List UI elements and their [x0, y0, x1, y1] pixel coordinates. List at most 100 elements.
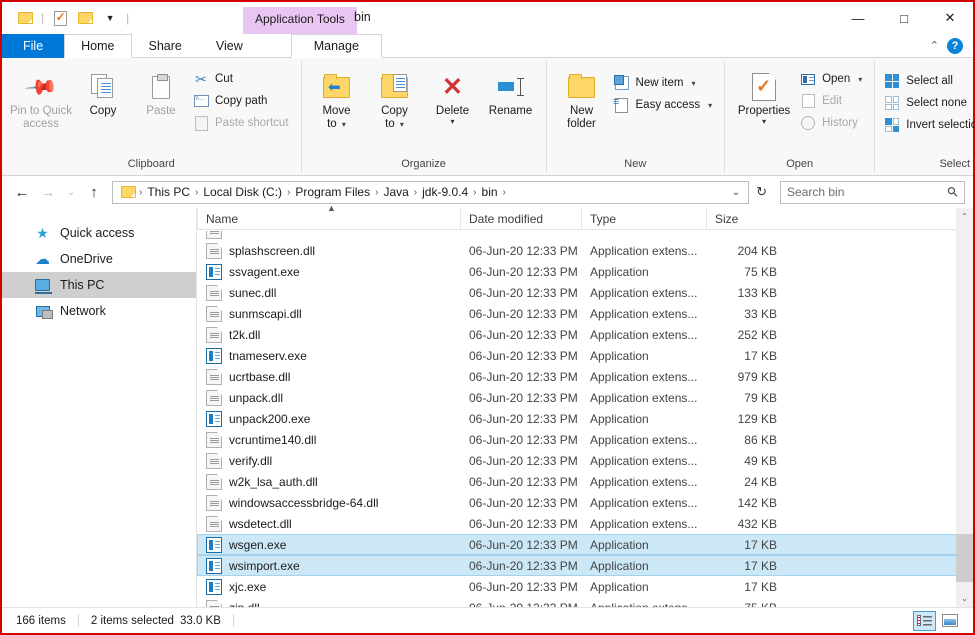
easy-access-caret-icon[interactable]: ▾ — [708, 101, 712, 110]
new-folder-icon[interactable] — [74, 7, 96, 29]
cut-button[interactable]: ✂ Cut — [190, 68, 295, 90]
table-row[interactable]: sunmscapi.dll 06-Jun-20 12:33 PM Applicati… — [197, 303, 973, 324]
table-row[interactable]: vcruntime140.dll 06-Jun-20 12:33 PM Applic… — [197, 429, 973, 450]
rename-button[interactable]: Rename — [482, 66, 540, 121]
scrollbar-track[interactable] — [956, 225, 973, 590]
new-item-button[interactable]: New item ▾ — [611, 72, 719, 94]
tab-file[interactable]: File — [2, 34, 65, 58]
column-header-date-modified[interactable]: Date modified — [460, 207, 581, 230]
cell-name: verify.dll — [198, 452, 469, 469]
search-input[interactable] — [787, 185, 949, 199]
properties-caret-icon[interactable]: ▾ — [762, 118, 766, 126]
customize-qat-caret-icon[interactable]: ▼ — [99, 7, 121, 29]
properties-icon[interactable] — [49, 7, 71, 29]
pin-to-quick-access-button[interactable]: 📌 Pin to Quick access — [8, 66, 74, 134]
cell-date-modified: 06-Jun-20 12:33 PM — [469, 306, 578, 321]
table-row-partial[interactable] — [197, 230, 973, 240]
copy-path-button[interactable]: \\… Copy path — [190, 90, 295, 112]
select-all-label: Select all — [906, 75, 953, 87]
minimize-button[interactable]: — — [835, 2, 881, 34]
easy-access-button[interactable]: Easy access ▾ — [611, 94, 719, 116]
edit-button[interactable]: Edit — [797, 90, 868, 112]
forward-button[interactable]: → — [36, 180, 60, 204]
tab-manage[interactable]: Manage — [290, 34, 382, 58]
tab-view[interactable]: View — [199, 34, 260, 58]
folder-icon[interactable] — [14, 7, 36, 29]
dll-file-icon — [206, 473, 222, 490]
address-dropdown-icon[interactable]: ⌄ — [726, 187, 746, 198]
table-row[interactable]: splashscreen.dll 06-Jun-20 12:33 PM Applic… — [197, 240, 973, 261]
table-row[interactable]: tnameserv.exe 06-Jun-20 12:33 PM Applicati… — [197, 345, 973, 366]
close-button[interactable]: ✕ — [927, 2, 973, 34]
contextual-tab-application-tools[interactable]: Application Tools — [243, 7, 357, 34]
table-row[interactable]: wsimport.exe 06-Jun-20 12:33 PM Applicatio… — [197, 555, 973, 576]
copy-to-button[interactable]: Copy to ▾ — [366, 66, 424, 134]
table-row[interactable]: t2k.dll 06-Jun-20 12:33 PM Application ext… — [197, 324, 973, 345]
table-row[interactable]: unpack.dll 06-Jun-20 12:33 PM Application … — [197, 387, 973, 408]
large-icons-view-button[interactable] — [938, 611, 961, 631]
refresh-button[interactable]: ↻ — [751, 184, 772, 200]
table-row[interactable]: xjc.exe 06-Jun-20 12:33 PM Application 17 K… — [197, 576, 973, 597]
select-none-button[interactable]: Select none — [881, 92, 975, 114]
history-button[interactable]: History — [797, 112, 868, 134]
properties-button[interactable]: ✓ Properties ▾ — [731, 66, 797, 128]
open-caret-icon[interactable]: ▾ — [858, 75, 862, 84]
ribbon-tab-strip: File Home Share View Manage ⌃ ? — [2, 34, 973, 58]
cloud-icon: ☁ — [35, 251, 50, 268]
details-view-button[interactable] — [913, 610, 936, 631]
move-to-label-line1: Move — [322, 105, 351, 117]
scroll-down-arrow-icon[interactable]: ⌄ — [956, 590, 973, 607]
breadcrumb-this-pc[interactable]: This PC — [142, 185, 195, 199]
breadcrumb-local-disk[interactable]: Local Disk (C:) — [198, 185, 287, 199]
maximize-button[interactable]: □ — [881, 2, 927, 34]
tab-share[interactable]: Share — [132, 34, 199, 58]
column-header-type[interactable]: Type — [581, 207, 706, 230]
breadcrumb-program-files[interactable]: Program Files — [290, 185, 375, 199]
sidebar-item-quick-access[interactable]: ★ Quick access — [2, 220, 196, 246]
table-row[interactable]: sunec.dll 06-Jun-20 12:33 PM Application e… — [197, 282, 973, 303]
cell-type: Application extens... — [590, 453, 698, 468]
sidebar-item-network[interactable]: Network — [2, 298, 196, 324]
scissors-icon: ✂ — [195, 70, 207, 87]
table-row[interactable]: windowsaccessbridge-64.dll 06-Jun-20 12:3… — [197, 492, 973, 513]
paste-shortcut-button[interactable]: Paste shortcut — [190, 112, 295, 134]
delete-caret-icon[interactable]: ▾ — [451, 118, 455, 126]
select-all-button[interactable]: Select all — [881, 70, 975, 92]
vertical-scrollbar[interactable]: ⌃ ⌄ — [956, 208, 973, 607]
address-path-box[interactable]: › This PC › Local Disk (C:) › Program Fi… — [112, 180, 750, 204]
column-header-size[interactable]: Size — [706, 207, 774, 230]
table-row[interactable]: wsgen.exe 06-Jun-20 12:33 PM Application 17… — [197, 534, 973, 555]
table-row[interactable]: ucrtbase.dll 06-Jun-20 12:33 PM Applicatio… — [197, 366, 973, 387]
new-item-caret-icon[interactable]: ▾ — [691, 79, 695, 88]
search-box[interactable]: ⚲ — [780, 180, 965, 204]
open-button[interactable]: Open ▾ — [797, 68, 868, 90]
table-row[interactable]: zip.dll 06-Jun-20 12:33 PMApplication ext… — [197, 597, 973, 607]
breadcrumb-jdk[interactable]: jdk-9.0.4 — [417, 185, 473, 199]
table-row[interactable]: wsdetect.dll 06-Jun-20 12:33 PM Applicatio… — [197, 513, 973, 534]
ribbon-group-new: New folder New item ▾ Easy access ▾ — [545, 61, 725, 173]
tab-home[interactable]: Home — [64, 34, 132, 58]
new-folder-button[interactable]: New folder — [553, 66, 611, 134]
scroll-up-arrow-icon[interactable]: ⌃ — [956, 208, 973, 225]
cell-size: 204 KB — [737, 243, 777, 258]
table-row[interactable]: verify.dll 06-Jun-20 12:33 PM Application … — [197, 450, 973, 471]
paste-button[interactable]: Paste — [132, 66, 190, 121]
recent-locations-button[interactable]: ⌄ — [62, 180, 80, 204]
breadcrumb-bin[interactable]: bin — [477, 185, 503, 199]
breadcrumb-java[interactable]: Java — [378, 185, 413, 199]
table-row[interactable]: ssvagent.exe 06-Jun-20 12:33 PM Applicatio… — [197, 261, 973, 282]
table-row[interactable]: unpack200.exe 06-Jun-20 12:33 PM Applicati… — [197, 408, 973, 429]
back-button[interactable]: ← — [10, 180, 34, 204]
help-icon[interactable]: ? — [947, 37, 963, 54]
sidebar-item-this-pc[interactable]: This PC — [2, 272, 196, 298]
collapse-ribbon-icon[interactable]: ⌃ — [930, 39, 939, 52]
sidebar-item-onedrive[interactable]: ☁ OneDrive — [2, 246, 196, 272]
table-row[interactable]: w2k_lsa_auth.dll 06-Jun-20 12:33 PM Applic… — [197, 471, 973, 492]
copy-button[interactable]: Copy — [74, 66, 132, 121]
move-to-button[interactable]: ⬅ Move to ▾ — [308, 66, 366, 134]
cell-size: 979 KB — [737, 369, 777, 384]
scrollbar-thumb[interactable] — [956, 534, 973, 582]
up-button[interactable]: ↑ — [82, 180, 106, 204]
invert-selection-button[interactable]: Invert selection — [881, 114, 975, 136]
delete-button[interactable]: ✕ Delete ▾ — [424, 66, 482, 128]
